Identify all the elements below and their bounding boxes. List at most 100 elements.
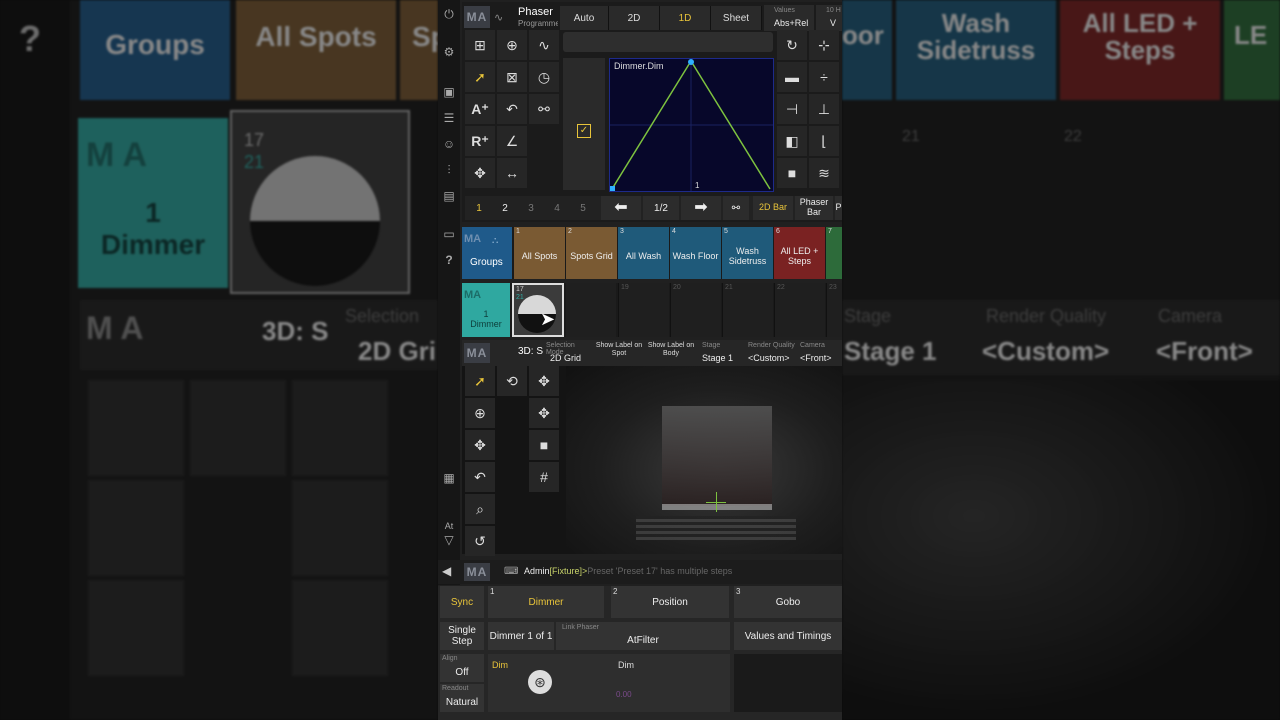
stage-selector[interactable]: Stage Stage 1 [698,340,744,366]
values-timings-button[interactable]: Values and Timings [734,622,842,650]
link-steps-icon[interactable]: ⚯ [723,196,749,220]
power-icon[interactable]: ⏻ [441,6,457,22]
tab-gobo[interactable]: 3 Gobo [734,586,842,618]
phaser-bar-button[interactable]: Phaser Bar [795,196,833,220]
show-label-spot-toggle[interactable]: Show Label on Spot [594,342,644,366]
group-item[interactable]: 6 All LED + Steps [774,227,825,279]
link-phaser-selector[interactable]: Link Phaser AtFilter [556,622,730,650]
1d-button[interactable]: 1D [660,6,711,30]
group-item[interactable]: 7LE [826,227,842,279]
flat-line-icon[interactable]: ▬ [777,62,807,92]
keyboard-icon-cmd[interactable]: ⌨ [504,566,518,577]
split-h-icon[interactable]: ⊹ [809,30,839,60]
empty-preset-cell[interactable]: 23 [826,283,842,337]
viewer-orbit-icon[interactable]: ⟲ [497,366,527,396]
values-selector[interactable]: Values Abs+Rel [764,5,814,31]
auto-button[interactable]: Auto [560,6,609,30]
half-square-icon[interactable]: ◧ [777,126,807,156]
move-tool-icon[interactable]: ✥ [465,158,495,188]
viewer-grid-icon[interactable]: # [529,462,559,492]
page-1-button[interactable]: 1 [467,198,491,218]
readout-selector[interactable]: Readout Natural [440,684,484,712]
next-arrow-icon[interactable]: ➡ [681,196,721,220]
more-button[interactable]: P [835,196,842,220]
empty-preset-cell[interactable] [566,283,616,337]
square-icon[interactable]: ■ [777,158,807,188]
2d-button[interactable]: 2D [609,6,660,30]
link-tool-icon[interactable]: ⚯ [529,94,559,124]
sync-button[interactable]: Sync [440,586,484,618]
user-icon[interactable]: ☺ [441,136,457,152]
crosshair-tool-icon[interactable]: ⊕ [497,30,527,60]
split-v-icon[interactable]: ⊣ [777,94,807,124]
single-step-button[interactable]: Single Step [440,622,484,650]
groups-pool-header[interactable]: MA ⛬ Groups [462,227,512,279]
page-2-button[interactable]: 2 [493,198,517,218]
viewer-move-icon[interactable]: ✥ [529,366,559,396]
show-label-body-toggle[interactable]: Show Label on Body [646,342,696,366]
group-item[interactable]: 1 All Spots [514,227,565,279]
select-pointer-icon[interactable]: ➚ [465,62,495,92]
angle-tool-icon[interactable]: ∠ [497,126,527,156]
2d-bar-button[interactable]: 2D Bar [753,196,793,220]
viewer-rotate-icon[interactable]: ↶ [465,462,495,492]
relative-tool-icon[interactable]: R⁺ [465,126,495,156]
divide-icon[interactable]: ÷ [809,62,839,92]
selection-mode-selector[interactable]: Selection Mode 2D Grid [542,340,592,366]
list-icon[interactable]: ▦ [441,470,457,486]
curve-tool-icon[interactable]: ∿ [529,30,559,60]
viewer-translate-icon[interactable]: ✥ [465,430,495,460]
group-item[interactable]: 5 Wash Sidetruss [722,227,773,279]
tab-position[interactable]: 2 Position [611,586,729,618]
viewer-select-pointer-icon[interactable]: ➚ [465,366,495,396]
phaser-slider-bar[interactable] [563,32,773,52]
swirl-icon[interactable]: ≋ [809,158,839,188]
extra-selector[interactable]: 10 H V [816,5,842,31]
viewer-pan-icon[interactable]: ✥ [529,398,559,428]
dim-encoder[interactable]: Dim ⊛ Dim 0.00 [488,654,730,712]
enable-checkbox[interactable]: ✓ [577,124,591,138]
group-item[interactable]: 4 Wash Floor [670,227,721,279]
prev-arrow-icon[interactable]: ⬅ [601,196,641,220]
tab-dimmer[interactable]: 1 Dimmer [488,586,604,618]
camera-selector[interactable]: Camera <Front> [798,340,842,366]
faders-icon[interactable]: ☰ [441,110,457,126]
save-icon[interactable]: ▣ [441,84,457,100]
viewer-camera-icon[interactable]: ■ [529,430,559,460]
screen-icon[interactable]: ▭ [441,226,457,242]
viewer-zoom-icon[interactable]: ⌕ [465,494,495,524]
filter-icon[interactable]: ▽ [441,532,457,548]
preset-17-tile[interactable]: 17 21 ➤ [512,283,564,337]
collapse-arrow-icon[interactable]: ◀ [442,564,451,578]
group-item[interactable]: 2 Spots Grid [566,227,617,279]
page-3-button[interactable]: 3 [519,198,543,218]
empty-preset-cell[interactable]: 22 [774,283,825,337]
viewer-reset-icon[interactable]: ↺ [465,526,495,556]
rotate-right-icon[interactable]: ↻ [777,30,807,60]
grid-tool-icon[interactable]: ⊠ [497,62,527,92]
page-4-button[interactable]: 4 [545,198,569,218]
command-line[interactable]: ◀ MA ⌨ Admin[Fixture]>Preset 'Preset 17'… [438,560,842,584]
empty-preset-cell[interactable]: 19 [618,283,669,337]
3d-stage-scene[interactable] [566,366,842,554]
dimmer-pool-header[interactable]: MA 1 Dimmer [462,283,510,337]
sliders-icon[interactable]: ⫶ [441,162,457,178]
empty-preset-cell[interactable]: 21 [722,283,773,337]
page-5-button[interactable]: 5 [571,198,595,218]
spread-icon[interactable]: ⊥ [809,94,839,124]
keyboard-icon[interactable]: ▤ [441,188,457,204]
width-tool-icon[interactable]: ↔ [497,158,527,188]
align-selector[interactable]: Align Off [440,654,484,682]
corner-icon[interactable]: ⌊ [809,126,839,156]
empty-preset-cell[interactable]: 20 [670,283,721,337]
render-quality-selector[interactable]: Render Quality <Custom> [746,340,796,366]
help-icon[interactable]: ? [441,252,457,268]
absolute-tool-icon[interactable]: A⁺ [465,94,495,124]
undo-tool-icon[interactable]: ↶ [497,94,527,124]
group-item[interactable]: 3 All Wash [618,227,669,279]
phaser-graph[interactable]: Dimmer.Dim 1 [609,58,774,192]
settings-gear-icon[interactable]: ⚙ [441,44,457,60]
sheet-button[interactable]: Sheet [711,6,762,30]
timer-tool-icon[interactable]: ◷ [529,62,559,92]
add-step-tool-icon[interactable]: ⊞ [465,30,495,60]
